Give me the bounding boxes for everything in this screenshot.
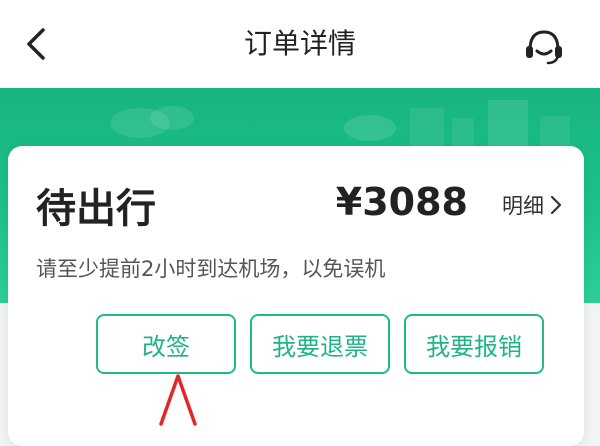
price-detail-link[interactable]: 明细 xyxy=(502,190,562,220)
change-ticket-button[interactable]: 改签 xyxy=(96,314,236,374)
customer-service-button[interactable] xyxy=(522,26,566,66)
reimburse-button[interactable]: 我要报销 xyxy=(404,314,544,374)
headset-icon xyxy=(526,30,562,65)
price-detail-label: 明细 xyxy=(502,194,544,218)
boarding-notice: 请至少提前2小时到达机场，以免误机 xyxy=(36,257,386,281)
nav-bar: 订单详情 xyxy=(0,0,600,88)
order-price: ¥3088 xyxy=(335,180,468,224)
refund-ticket-button[interactable]: 我要退票 xyxy=(250,314,390,374)
order-status: 待出行 xyxy=(36,186,156,232)
annotation-arrow-icon xyxy=(159,374,197,426)
page-title: 订单详情 xyxy=(243,27,356,60)
order-card: 待出行 ¥3088 明细 请至少提前2小时到达机场，以免误机 改签 我要退票 我… xyxy=(8,146,584,446)
chevron-right-icon xyxy=(550,195,562,215)
order-actions: 改签 我要退票 我要报销 xyxy=(96,314,544,374)
